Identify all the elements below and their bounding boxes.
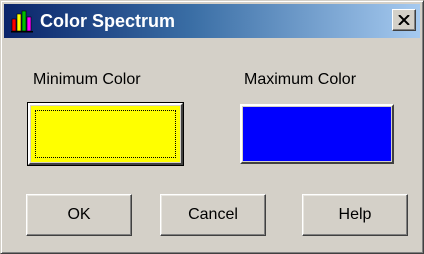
minimum-color-label: Minimum Color <box>33 71 141 88</box>
window-title: Color Spectrum <box>40 11 176 31</box>
maximum-color-label: Maximum Color <box>244 71 357 88</box>
focus-ring <box>35 110 176 158</box>
help-button[interactable]: Help <box>302 194 408 236</box>
ok-button[interactable]: OK <box>26 194 132 236</box>
maximum-color-swatch-button[interactable] <box>240 104 394 164</box>
color-spectrum-dialog: Color Spectrum Minimum Color Maximum Col… <box>0 0 424 254</box>
bar-chart-icon <box>11 10 33 33</box>
minimum-color-swatch-button[interactable] <box>27 102 184 166</box>
maximum-color-fill <box>243 107 391 161</box>
close-button[interactable] <box>392 9 416 31</box>
cancel-button[interactable]: Cancel <box>160 194 266 236</box>
title-bar[interactable]: Color Spectrum <box>4 4 420 38</box>
close-icon <box>398 15 410 25</box>
